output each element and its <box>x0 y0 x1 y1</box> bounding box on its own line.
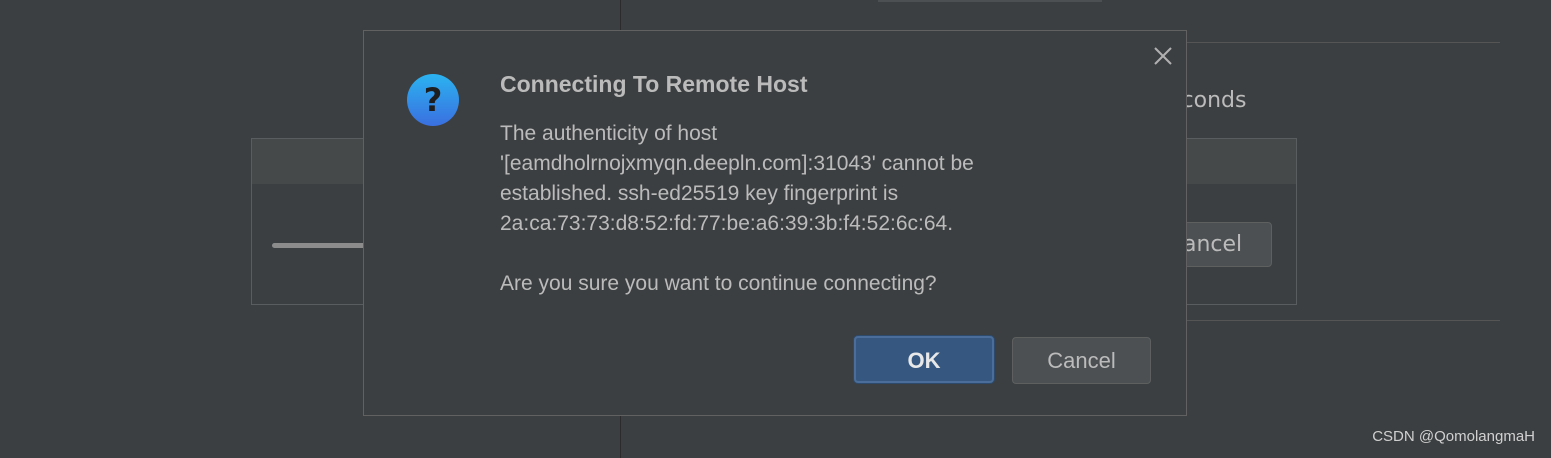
question-icon: ? <box>406 73 460 127</box>
message-line: The authenticity of host <box>500 122 718 145</box>
background-separator-bottom <box>1186 320 1500 321</box>
background-separator <box>1186 42 1500 43</box>
ok-button[interactable]: OK <box>854 336 994 383</box>
watermark: CSDN @QomolangmaH <box>1372 428 1535 445</box>
connect-remote-host-dialog: ? Connecting To Remote Host The authenti… <box>363 30 1187 416</box>
message-line: established. ssh-ed25519 key fingerprint… <box>500 182 899 205</box>
message-line: 2a:ca:73:73:d8:52:fd:77:be:a6:39:3b:f4:5… <box>500 212 954 235</box>
svg-text:?: ? <box>424 81 443 119</box>
dialog-message: The authenticity of host '[eamdholrnojxm… <box>500 119 1140 299</box>
confirm-question: Are you sure you want to continue connec… <box>500 272 937 295</box>
message-line: '[eamdholrnojxmyqn.deepln.com]:31043' ca… <box>500 152 974 175</box>
background-field-edge <box>878 0 1102 2</box>
close-icon[interactable] <box>1152 45 1174 67</box>
dialog-title: Connecting To Remote Host <box>500 71 808 97</box>
cancel-button[interactable]: Cancel <box>1012 337 1151 384</box>
